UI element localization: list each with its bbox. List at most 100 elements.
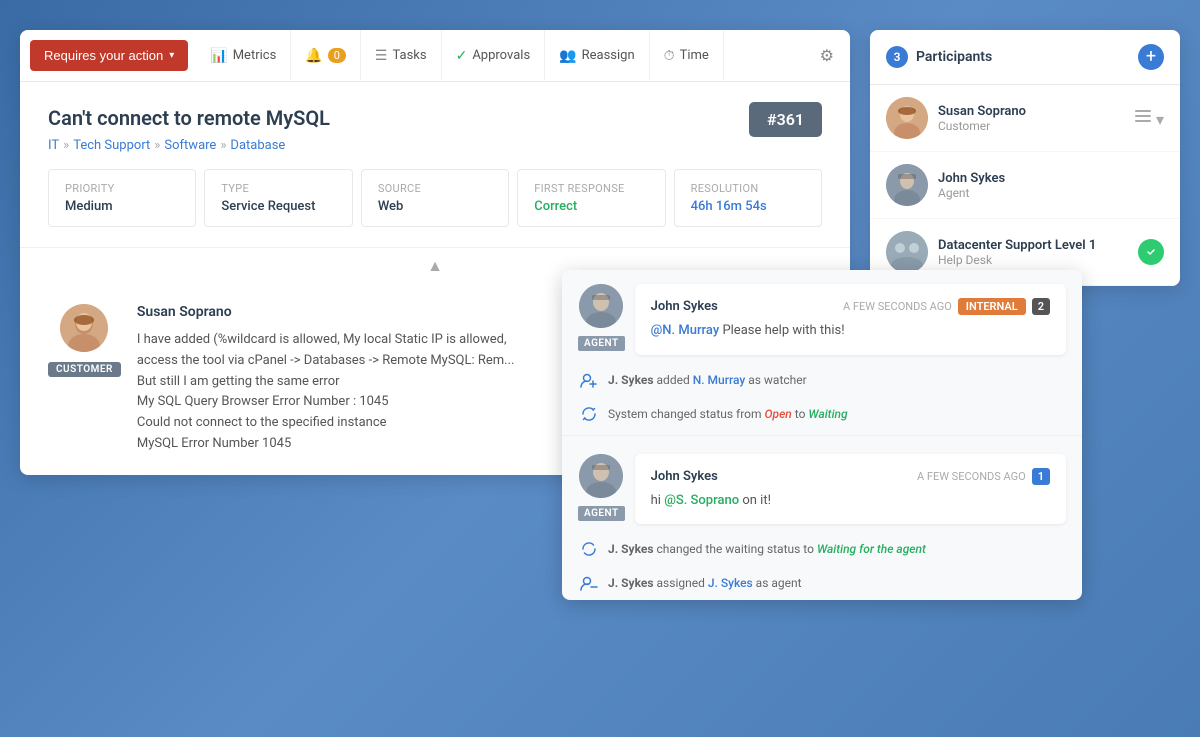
mention-1: @N. Murray xyxy=(651,323,720,338)
chat-panel: AGENT John Sykes A FEW SECONDS AGO INTER… xyxy=(562,270,1082,600)
online-status xyxy=(1138,239,1164,265)
first-response-label: First Response xyxy=(534,182,648,195)
participant-name: Datacenter Support Level 1 xyxy=(938,238,1128,253)
time-label: Time xyxy=(680,48,709,63)
chat-sender-1: John Sykes xyxy=(651,299,718,314)
participants-title: Participants xyxy=(916,49,1138,65)
requires-action-button[interactable]: Requires your action ▾ xyxy=(30,40,188,71)
chat-sender-2: John Sykes xyxy=(651,469,718,484)
chat-time-2: A FEW SECONDS AGO xyxy=(917,470,1026,483)
toolbar-items: 📊 Metrics 🔔 0 ☰ Tasks ✓ Approvals 👥 Reas… xyxy=(196,30,850,82)
source-value: Web xyxy=(378,199,492,214)
chat-bubble-header-1: John Sykes A FEW SECONDS AGO INTERNAL 2 xyxy=(651,298,1050,315)
source-label: Source xyxy=(378,182,492,195)
breadcrumb-it[interactable]: IT xyxy=(48,138,59,153)
assign-icon xyxy=(578,572,600,594)
meta-source: Source Web xyxy=(361,169,509,227)
waiting-icon xyxy=(578,538,600,560)
tasks-icon: ☰ xyxy=(375,48,388,64)
watcher-icon xyxy=(578,369,600,391)
waiting-event-text: J. Sykes changed the waiting status to W… xyxy=(608,542,926,556)
ticket-id: #361 xyxy=(749,102,822,137)
participant-info: John Sykes Agent xyxy=(938,171,1164,200)
tasks-label: Tasks xyxy=(392,48,426,63)
meta-first-response: First Response Correct xyxy=(517,169,665,227)
customer-avatar xyxy=(60,304,108,352)
participant-info: Datacenter Support Level 1 Help Desk xyxy=(938,238,1128,267)
bell-icon: 🔔 xyxy=(305,48,322,64)
agent-label-2: AGENT xyxy=(578,506,625,521)
participant-item: John Sykes Agent xyxy=(870,152,1180,219)
participant-name: Susan Soprano xyxy=(938,104,1124,119)
chat-bubble-2: John Sykes A FEW SECONDS AGO 1 hi @S. So… xyxy=(635,454,1066,525)
toolbar-tasks[interactable]: ☰ Tasks xyxy=(361,30,442,82)
reassign-label: Reassign xyxy=(582,48,635,63)
priority-label: Priority xyxy=(65,182,179,195)
toolbar-time[interactable]: ⏱ Time xyxy=(650,30,724,82)
chart-icon: 📊 xyxy=(210,48,227,64)
add-participant-button[interactable]: + xyxy=(1138,44,1164,70)
internal-badge: INTERNAL xyxy=(958,298,1026,315)
agent-avatar-1 xyxy=(579,284,623,328)
system-event-waiting: J. Sykes changed the waiting status to W… xyxy=(562,532,1082,566)
chat-meta-1: A FEW SECONDS AGO INTERNAL 2 xyxy=(843,298,1050,315)
system-event-status: System changed status from Open to Waiti… xyxy=(562,397,1082,431)
breadcrumb-techsupport[interactable]: Tech Support xyxy=(73,138,150,153)
system-event-assign: J. Sykes assigned J. Sykes as agent xyxy=(562,566,1082,600)
reassign-icon: 👥 xyxy=(559,48,576,64)
participant-role: Help Desk xyxy=(938,253,1128,267)
toolbar-reassign[interactable]: 👥 Reassign xyxy=(545,30,649,82)
john-avatar xyxy=(886,164,928,206)
participants-header: 3 Participants + xyxy=(870,30,1180,85)
breadcrumb-sep-1: » xyxy=(63,138,69,153)
chat-bubble-header-2: John Sykes A FEW SECONDS AGO 1 xyxy=(651,468,1050,485)
chat-time-1: A FEW SECONDS AGO xyxy=(843,300,952,313)
message-count-2: 1 xyxy=(1032,468,1050,485)
participant-info: Susan Soprano Customer xyxy=(938,104,1124,133)
toolbar-metrics[interactable]: 📊 Metrics xyxy=(196,30,291,82)
first-response-value: Correct xyxy=(534,199,648,214)
meta-priority: Priority Medium xyxy=(48,169,196,227)
metrics-label: Metrics xyxy=(233,48,277,63)
check-icon: ✓ xyxy=(456,48,468,64)
refresh-icon xyxy=(578,403,600,425)
settings-button[interactable]: ⚙ xyxy=(804,30,850,82)
toolbar-approvals[interactable]: ✓ Approvals xyxy=(442,30,546,82)
breadcrumb-database[interactable]: Database xyxy=(230,138,285,153)
assign-event-text: J. Sykes assigned J. Sykes as agent xyxy=(608,576,802,590)
status-event-text: System changed status from Open to Waiti… xyxy=(608,407,848,421)
time-icon: ⏱ xyxy=(664,48,675,64)
chevron-icon: ▾ xyxy=(169,50,174,61)
participant-role: Customer xyxy=(938,119,1124,133)
watcher-event-text: J. Sykes added N. Murray as watcher xyxy=(608,373,807,387)
datacenter-avatar xyxy=(886,231,928,273)
participant-name: John Sykes xyxy=(938,171,1164,186)
requires-action-label: Requires your action xyxy=(44,48,163,63)
susan-avatar xyxy=(886,97,928,139)
ticket-title: Can't connect to remote MySQL xyxy=(48,106,822,130)
mention-2: @S. Soprano xyxy=(664,493,739,508)
breadcrumb-sep-2: » xyxy=(154,138,160,153)
collapse-icon: ▲ xyxy=(427,256,443,276)
type-label: Type xyxy=(221,182,335,195)
toolbar-notifications[interactable]: 🔔 0 xyxy=(291,30,361,82)
toolbar: Requires your action ▾ 📊 Metrics 🔔 0 ☰ T… xyxy=(20,30,850,82)
breadcrumb-software[interactable]: Software xyxy=(164,138,216,153)
type-value: Service Request xyxy=(221,199,335,214)
resolution-label: Resolution xyxy=(691,182,805,195)
breadcrumb-sep-3: » xyxy=(220,138,226,153)
participant-menu-button[interactable]: ▾ xyxy=(1134,107,1164,129)
meta-resolution: Resolution 46h 16m 54s xyxy=(674,169,822,227)
customer-role-badge: CUSTOMER xyxy=(48,362,121,377)
priority-value: Medium xyxy=(65,199,179,214)
chat-text-2: hi @S. Soprano on it! xyxy=(651,491,1050,511)
notification-count: 0 xyxy=(328,48,346,63)
meta-type: Type Service Request xyxy=(204,169,352,227)
approvals-label: Approvals xyxy=(472,48,530,63)
gear-icon: ⚙ xyxy=(820,46,834,65)
ticket-meta: Priority Medium Type Service Request Sou… xyxy=(20,169,850,248)
participant-role: Agent xyxy=(938,186,1164,200)
internal-count: 2 xyxy=(1032,298,1050,315)
chat-text-1: @N. Murray Please help with this! xyxy=(651,321,1050,341)
ticket-header: #361 Can't connect to remote MySQL IT » … xyxy=(20,82,850,169)
